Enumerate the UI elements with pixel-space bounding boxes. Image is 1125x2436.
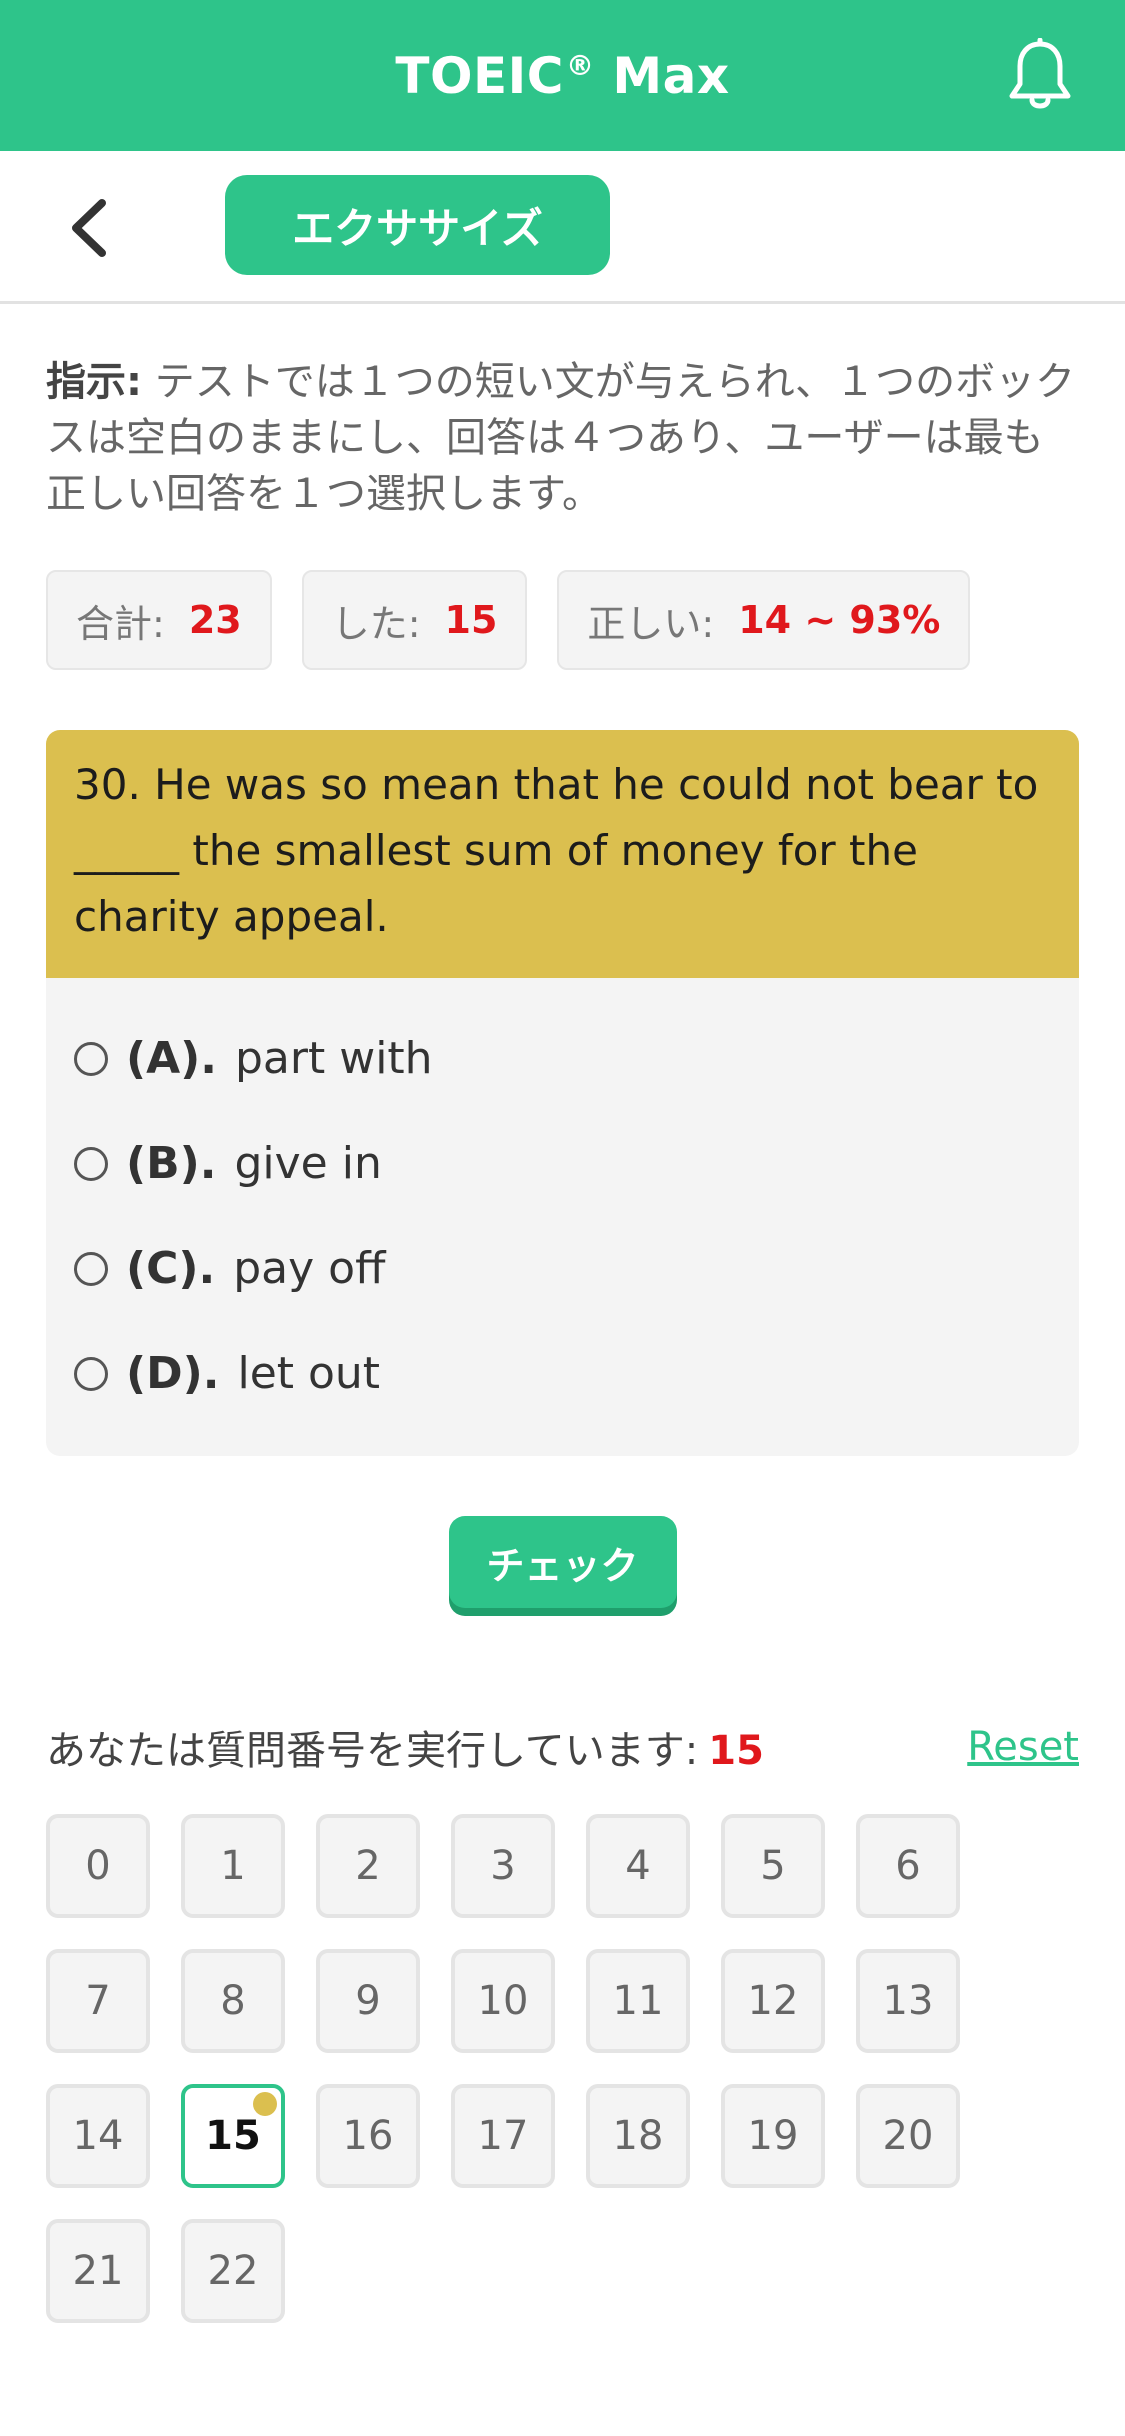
question-number-button[interactable]: 10 xyxy=(451,1949,555,2053)
question-number-button[interactable]: 22 xyxy=(181,2219,285,2323)
question-number-button[interactable]: 2 xyxy=(316,1814,420,1918)
question-text: 30. He was so mean that he could not bea… xyxy=(46,730,1079,978)
check-button[interactable]: チェック xyxy=(448,1516,677,1608)
question-number-label: 0 xyxy=(85,1843,111,1889)
option-d[interactable]: (D). let out xyxy=(74,1321,1051,1426)
question-number-button[interactable]: 8 xyxy=(181,1949,285,2053)
question-number-button[interactable]: 0 xyxy=(46,1814,150,1918)
stat-correct: 正しい: 14 ~ 93% xyxy=(557,570,971,670)
exercise-button[interactable]: エクササイズ xyxy=(225,175,610,275)
radio-button[interactable] xyxy=(74,1041,108,1076)
question-number-button[interactable]: 3 xyxy=(451,1814,555,1918)
question-number-button[interactable]: 7 xyxy=(46,1949,150,2053)
reset-link[interactable]: Reset xyxy=(967,1724,1079,1770)
question-number-label: 10 xyxy=(477,1978,529,2024)
question-number-label: 9 xyxy=(355,1978,381,2024)
question-number-label: 1 xyxy=(220,1843,246,1889)
question-number-grid: 0 1 2 3 4 5 6 7 8 9 10 11 12 13 14 15 16 17 18 19 20 21 22 xyxy=(46,1814,1125,2323)
question-number-button[interactable]: 6 xyxy=(856,1814,960,1918)
question-number-label: 14 xyxy=(72,2113,124,2159)
stat-total: 合計: 23 xyxy=(46,570,272,670)
question-number-button[interactable]: 11 xyxy=(586,1949,690,2053)
sub-navigation: エクササイズ xyxy=(0,151,1125,304)
radio-button[interactable] xyxy=(74,1146,108,1181)
question-number-button[interactable]: 20 xyxy=(856,2084,960,2188)
question-number-label: 5 xyxy=(760,1843,786,1889)
question-number-label: 16 xyxy=(342,2113,394,2159)
question-number-button[interactable]: 21 xyxy=(46,2219,150,2323)
question-number-button[interactable]: 13 xyxy=(856,1949,960,2053)
instructions-label: 指示: xyxy=(46,359,142,405)
back-arrow-icon[interactable] xyxy=(62,193,122,263)
question-number-label: 13 xyxy=(882,1978,934,2024)
question-number-label: 7 xyxy=(85,1978,111,2024)
question-number-label: 15 xyxy=(205,2113,261,2159)
question-number-button[interactable]: 15 xyxy=(181,2084,285,2188)
stat-done-value: 15 xyxy=(444,598,498,642)
question-number-button[interactable]: 12 xyxy=(721,1949,825,2053)
question-number-label: 17 xyxy=(477,2113,529,2159)
question-number-label: 22 xyxy=(207,2248,259,2294)
question-number-label: 20 xyxy=(882,2113,934,2159)
progress-row: あなたは質問番号を実行しています: 15 Reset xyxy=(46,1718,1079,1776)
question-number-button[interactable]: 18 xyxy=(586,2084,690,2188)
current-marker-dot xyxy=(253,2092,277,2116)
stat-done: した: 15 xyxy=(301,570,528,670)
radio-button[interactable] xyxy=(74,1356,108,1391)
app-title: TOEIC® Max xyxy=(395,46,730,105)
question-number-button[interactable]: 4 xyxy=(586,1814,690,1918)
question-number-label: 11 xyxy=(612,1978,664,2024)
stats-row: 合計: 23 した: 15 正しい: 14 ~ 93% xyxy=(46,570,1125,670)
question-number-label: 8 xyxy=(220,1978,246,2024)
answer-options: (A). part with (B). give in (C). pay off… xyxy=(46,978,1079,1456)
question-number-label: 3 xyxy=(490,1843,516,1889)
question-number-button[interactable]: 14 xyxy=(46,2084,150,2188)
question-number-label: 2 xyxy=(355,1843,381,1889)
current-question-number: 15 xyxy=(708,1728,764,1774)
question-number-button[interactable]: 1 xyxy=(181,1814,285,1918)
option-c[interactable]: (C). pay off xyxy=(74,1216,1051,1321)
progress-label: あなたは質問番号を実行しています: xyxy=(46,1728,699,1774)
bell-icon[interactable] xyxy=(1005,38,1075,114)
question-number-button[interactable]: 19 xyxy=(721,2084,825,2188)
stat-correct-value: 14 ~ 93% xyxy=(738,598,941,642)
app-header: TOEIC® Max xyxy=(0,0,1125,151)
stat-total-value: 23 xyxy=(188,598,242,642)
option-a[interactable]: (A). part with xyxy=(74,1006,1051,1111)
question-number-label: 21 xyxy=(72,2248,124,2294)
instructions: 指示: テストでは１つの短い文が与えられ、１つのボックスは空白のままにし、回答は… xyxy=(46,354,1079,522)
radio-button[interactable] xyxy=(74,1251,108,1286)
question-number-label: 6 xyxy=(895,1843,921,1889)
question-card: 30. He was so mean that he could not bea… xyxy=(46,730,1079,1456)
question-number-button[interactable]: 9 xyxy=(316,1949,420,2053)
instructions-text: テストでは１つの短い文が与えられ、１つのボックスは空白のままにし、回答は４つあり… xyxy=(46,359,1076,517)
question-number-label: 18 xyxy=(612,2113,664,2159)
question-number-label: 4 xyxy=(625,1843,651,1889)
question-number-button[interactable]: 16 xyxy=(316,2084,420,2188)
question-number-button[interactable]: 17 xyxy=(451,2084,555,2188)
option-b[interactable]: (B). give in xyxy=(74,1111,1051,1216)
question-number-label: 19 xyxy=(747,2113,799,2159)
question-number-label: 12 xyxy=(747,1978,799,2024)
question-number-button[interactable]: 5 xyxy=(721,1814,825,1918)
